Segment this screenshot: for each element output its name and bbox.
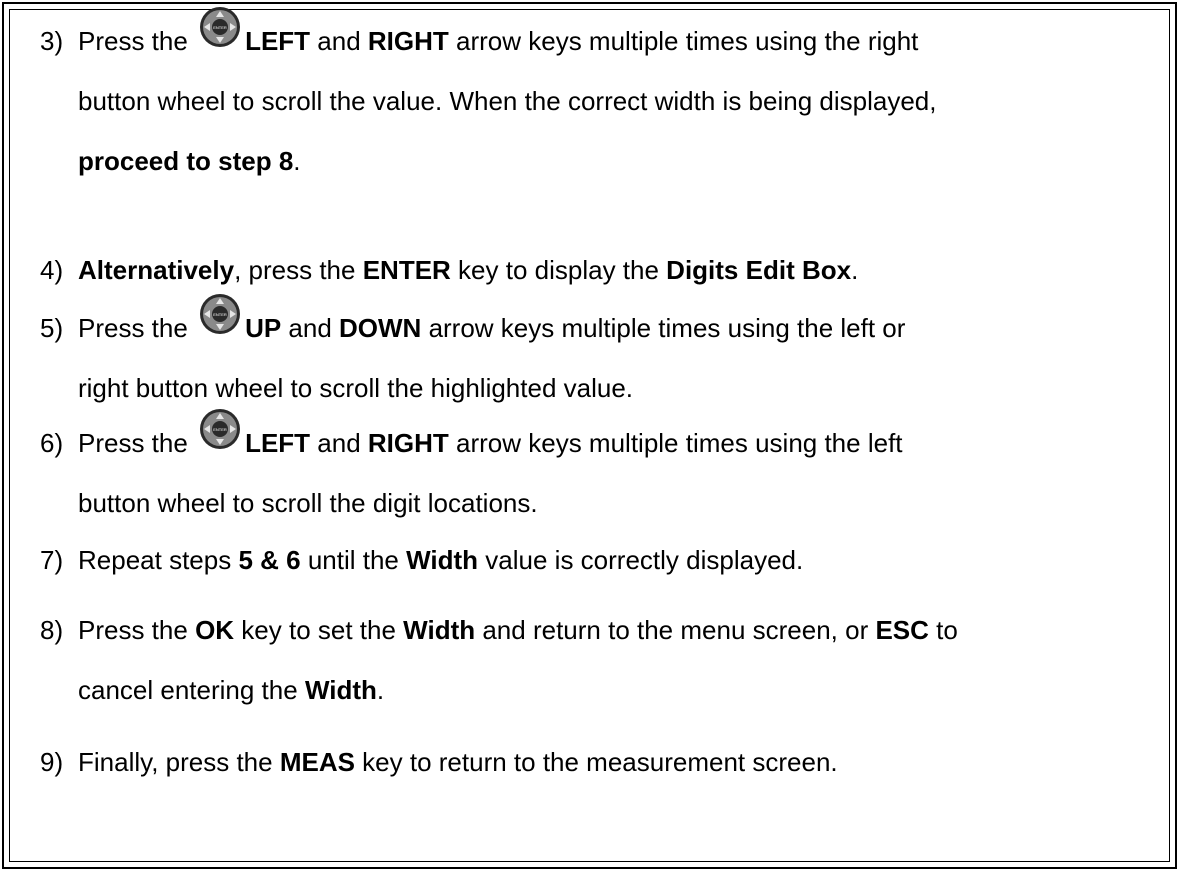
punctuation: . [293, 146, 301, 176]
step-text: Press the [78, 615, 196, 645]
step-text: key to set the [234, 615, 404, 645]
step-9: 9) Finally, press the MEAS key to return … [40, 732, 1160, 792]
step-number: 3) [40, 26, 64, 56]
step-text: value is correctly displayed. [478, 545, 804, 575]
step-text: Repeat steps [78, 545, 239, 575]
step-text: key to display the [450, 255, 667, 285]
step-text: arrow keys multiple times using the left… [421, 313, 906, 343]
step-9-line-1: 9) Finally, press the MEAS key to return … [40, 732, 1160, 792]
width-term: Width [406, 545, 479, 575]
step-text: and [281, 313, 340, 343]
step-text: cancel entering the [78, 675, 305, 705]
step-4-line-1: 4) Alternatively, press the ENTER key to … [40, 240, 1160, 300]
width-term: Width [403, 615, 476, 645]
key-esc: ESC [875, 615, 929, 645]
button-wheel-icon: ENTER [199, 6, 241, 48]
step-text: Finally, press the [78, 747, 280, 777]
step-3: 3) Press the ENTER LEFT and RIGHT arrow ke… [40, 7, 1160, 191]
key-down: DOWN [339, 313, 422, 343]
step-text: Press the [78, 428, 196, 458]
step-5-line-1: 5) Press the ENTER UP and DOWN arrow keys … [40, 294, 1160, 358]
step-text: arrow keys multiple times using the left [448, 428, 903, 458]
step-number: 9) [40, 747, 64, 777]
digits-edit-box: Digits Edit Box [666, 255, 852, 285]
key-left: LEFT [245, 26, 311, 56]
proceed-to-step-8: proceed to step 8 [78, 146, 294, 176]
step-text: and [310, 428, 368, 458]
step-number: 6) [40, 428, 64, 458]
step-3-line-1: 3) Press the ENTER LEFT and RIGHT arrow ke… [40, 7, 1160, 71]
width-term: Width [304, 675, 377, 705]
key-up: UP [245, 313, 282, 343]
step-4: 4) Alternatively, press the ENTER key to … [40, 240, 1160, 300]
step-number: 8) [40, 615, 64, 645]
alternatively: Alternatively [78, 255, 235, 285]
button-wheel-icon: ENTER [199, 293, 241, 335]
step-7: 7) Repeat steps 5 & 6 until the Width val… [40, 530, 1160, 590]
step-7-line-1: 7) Repeat steps 5 & 6 until the Width val… [40, 530, 1160, 590]
step-text: , press the [234, 255, 363, 285]
step-8-line-1: 8) Press the OK key to set the Width and … [40, 600, 1160, 660]
punctuation: . [851, 255, 859, 285]
key-right: RIGHT [367, 428, 449, 458]
step-3-line-3: proceed to step 8. [40, 131, 1160, 191]
svg-text:ENTER: ENTER [213, 427, 227, 432]
step-8-line-2: cancel entering the Width. [40, 660, 1160, 720]
svg-text:ENTER: ENTER [213, 25, 227, 30]
step-text: key to return to the measurement screen. [354, 747, 838, 777]
steps-5-and-6: 5 & 6 [238, 545, 301, 575]
key-ok: OK [195, 615, 235, 645]
key-right: RIGHT [367, 26, 449, 56]
step-text: and return to the menu screen, or [475, 615, 876, 645]
step-6: 6) Press the ENTER LEFT and RIGHT arrow ke… [40, 409, 1160, 533]
step-3-line-2: button wheel to scroll the value. When t… [78, 86, 937, 116]
step-text: until the [300, 545, 407, 575]
step-text: arrow keys multiple times using the righ… [448, 26, 919, 56]
step-6-line-1: 6) Press the ENTER LEFT and RIGHT arrow ke… [40, 409, 1160, 473]
key-meas: MEAS [279, 747, 355, 777]
step-number: 5) [40, 313, 64, 343]
step-number: 7) [40, 545, 64, 575]
svg-text:ENTER: ENTER [213, 312, 227, 317]
punctuation: . [376, 675, 385, 705]
key-enter: ENTER [362, 255, 451, 285]
step-text: Press the [78, 26, 196, 56]
step-6-line-2: button wheel to scroll the digit locatio… [78, 488, 538, 518]
step-text: Press the [78, 313, 196, 343]
step-number: 4) [40, 255, 64, 285]
step-8: 8) Press the OK key to set the Width and … [40, 600, 1160, 720]
step-text: and [310, 26, 368, 56]
step-5: 5) Press the ENTER UP and DOWN arrow keys … [40, 294, 1160, 418]
button-wheel-icon: ENTER [199, 408, 241, 450]
key-left: LEFT [245, 428, 311, 458]
step-text: to [928, 615, 958, 645]
